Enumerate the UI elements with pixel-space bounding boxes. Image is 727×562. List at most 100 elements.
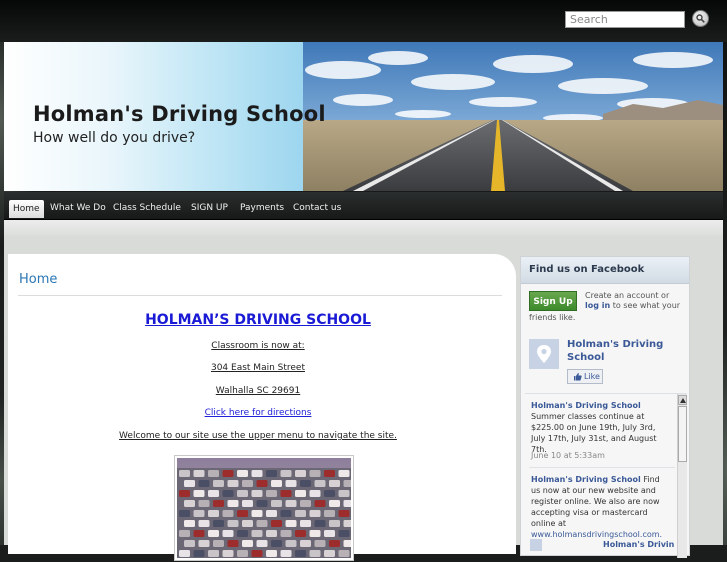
scroll-up-button[interactable]	[678, 395, 687, 405]
car-shape	[280, 490, 292, 497]
car-shape	[208, 550, 219, 557]
car-shape	[184, 500, 195, 507]
car-shape	[295, 490, 306, 497]
page-title: Home	[19, 272, 58, 287]
car-shape	[309, 470, 321, 477]
car-shape	[329, 500, 340, 507]
heading-divider	[18, 295, 502, 296]
page-location-icon	[529, 339, 559, 369]
feed-scrollbar[interactable]	[677, 394, 687, 558]
car-shape	[324, 470, 335, 477]
car-shape	[300, 540, 311, 547]
car-shape	[338, 470, 350, 477]
car-shape	[227, 520, 239, 527]
car-shape	[222, 530, 234, 537]
car-shape	[242, 540, 253, 547]
thumbs-up-icon	[574, 373, 582, 381]
site-title: Holman's Driving School	[33, 102, 326, 126]
car-shape	[343, 480, 355, 487]
nav-item-class-schedule[interactable]: Class Schedule	[109, 199, 185, 217]
classroom-text: Classroom is now at:	[211, 341, 305, 351]
car-shape	[266, 530, 277, 537]
like-label: Like	[584, 372, 600, 381]
car-shape	[213, 540, 224, 547]
main-nav: Home What We Do Class Schedule SIGN UP P…	[4, 192, 723, 220]
car-shape	[300, 520, 311, 527]
welcome-text: Welcome to our site use the upper menu t…	[119, 431, 397, 441]
nav-item-home[interactable]: Home	[9, 200, 44, 218]
car-shape	[266, 490, 277, 497]
create-account-text: Create an account or	[585, 291, 670, 300]
car-shape	[198, 520, 210, 527]
facebook-like-button[interactable]: Like	[567, 369, 603, 384]
content-top-strip	[4, 220, 723, 236]
car-shape	[237, 510, 248, 517]
car-shape	[179, 510, 190, 517]
car-shape	[222, 550, 234, 557]
car-shape	[213, 520, 224, 527]
nav-item-payments[interactable]: Payments	[236, 199, 288, 217]
search-button[interactable]	[692, 10, 709, 27]
car-shape	[280, 510, 292, 517]
car-shape	[266, 550, 277, 557]
search-input[interactable]	[565, 11, 685, 28]
facebook-post: Holman's Driving School Summer classes c…	[531, 400, 671, 455]
car-shape	[237, 490, 248, 497]
car-shape	[237, 470, 248, 477]
nav-item-what-we-do[interactable]: What We Do	[46, 199, 110, 217]
car-shape	[295, 550, 306, 557]
car-shape	[314, 500, 326, 507]
car-shape	[251, 550, 263, 557]
car-shape	[280, 550, 292, 557]
car-shape	[343, 500, 355, 507]
car-shape	[208, 510, 219, 517]
car-shape	[237, 530, 248, 537]
site-tagline: How well do you drive?	[33, 130, 196, 146]
post-author-link[interactable]: Holman's Driving School	[531, 475, 641, 484]
car-shape	[213, 500, 224, 507]
car-shape	[179, 490, 190, 497]
car-shape	[266, 470, 277, 477]
car-shape	[184, 520, 195, 527]
car-shape	[227, 500, 239, 507]
car-shape	[237, 550, 248, 557]
post-author-link[interactable]: Holman's Driving School	[531, 401, 641, 410]
car-shape	[280, 530, 292, 537]
car-shape	[242, 480, 253, 487]
car-shape	[251, 510, 263, 517]
car-shape	[193, 470, 205, 477]
car-shape	[295, 510, 306, 517]
car-shape	[329, 540, 340, 547]
car-shape	[227, 480, 239, 487]
car-shape	[208, 490, 219, 497]
car-shape	[324, 490, 335, 497]
facebook-login-link[interactable]: log in	[585, 301, 610, 310]
traffic-photo	[174, 455, 355, 561]
car-shape	[280, 470, 292, 477]
nav-item-contact-us[interactable]: Contact us	[289, 199, 345, 217]
car-shape	[285, 520, 297, 527]
facebook-signup-button[interactable]: Sign Up	[529, 291, 577, 311]
car-shape	[208, 470, 219, 477]
school-title-link[interactable]: HOLMAN’S DRIVING SCHOOL	[8, 312, 508, 328]
facebook-widget: Find us on Facebook Sign Up Create an ac…	[520, 256, 690, 558]
car-shape	[222, 510, 234, 517]
car-shape	[271, 500, 282, 507]
car-shape	[309, 490, 321, 497]
post-thumbnail	[530, 539, 542, 551]
post-website-link[interactable]: www.holmansdrivingschool.com.	[531, 530, 662, 539]
car-shape	[285, 540, 297, 547]
scroll-thumb[interactable]	[678, 406, 687, 462]
car-shape	[324, 510, 335, 517]
car-shape	[285, 500, 297, 507]
car-shape	[266, 510, 277, 517]
friends-like-text: friends like.	[529, 313, 576, 322]
directions-link[interactable]: Click here for directions	[8, 408, 508, 418]
car-shape	[198, 540, 210, 547]
facebook-page-name-link[interactable]: Holman's Driving School	[567, 338, 677, 364]
nav-item-sign-up[interactable]: SIGN UP	[187, 199, 232, 217]
address-street: 304 East Main Street	[210, 363, 305, 373]
car-shape	[324, 530, 335, 537]
car-shape	[314, 540, 326, 547]
car-shape	[329, 520, 340, 527]
